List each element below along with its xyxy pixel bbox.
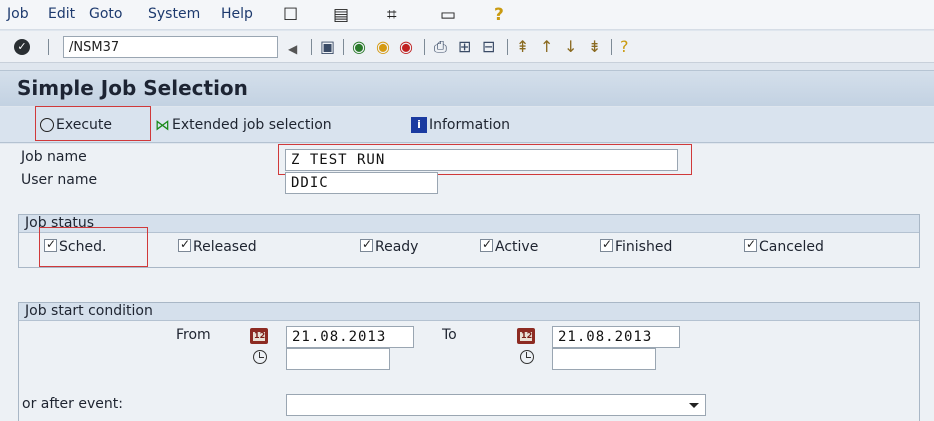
checkbox-released-box[interactable] (178, 237, 191, 252)
selection-screen: Job name User name Job status Sched. Rel… (0, 144, 934, 421)
checkbox-ready-label: Ready (375, 239, 419, 255)
checkbox-canceled-box[interactable] (744, 237, 757, 252)
menu-system[interactable]: System (148, 6, 200, 22)
calendar-icon[interactable] (250, 328, 268, 344)
extended-selection-icon: ⋈ (155, 116, 170, 134)
extended-selection-label: Extended job selection (172, 117, 332, 133)
toolbar-separator (48, 39, 49, 55)
help-question-icon[interactable]: ? (494, 5, 504, 25)
first-page-icon[interactable]: ⇞ (516, 38, 529, 56)
from-time-field[interactable] (286, 348, 390, 370)
page-title: Simple Job Selection (17, 76, 248, 100)
menu-help[interactable]: Help (221, 6, 253, 22)
event-dropdown[interactable] (286, 394, 706, 416)
information-button[interactable]: i Information (411, 113, 510, 137)
to-time-field[interactable] (552, 348, 656, 370)
screen-title-bar: Simple Job Selection (0, 70, 934, 106)
checkbox-finished-box[interactable] (600, 237, 613, 252)
clock-icon[interactable] (253, 350, 267, 364)
highlight-sched (39, 227, 148, 267)
find-icon[interactable]: ⊞ (458, 38, 471, 56)
shortcut-icon[interactable]: ⌗ (387, 5, 397, 25)
job-status-header: Job status (19, 215, 919, 233)
application-toolbar: Execute ⋈ Extended job selection i Informa… (0, 106, 934, 143)
to-date-field[interactable] (552, 326, 680, 348)
job-name-label: Job name (21, 149, 87, 165)
clock-icon[interactable] (520, 350, 534, 364)
information-icon: i (411, 117, 427, 133)
layout-menu-icon[interactable]: ▭ (440, 5, 456, 25)
menu-goto[interactable]: Goto (89, 6, 122, 22)
checkbox-canceled[interactable]: Canceled (744, 237, 824, 255)
system-toolbar: ✓ ◀ ▣ ◉ ◉ ◉ ⎙ ⊞ ⊟ ⇞ ↑ ↓ ⇟ ? (0, 31, 934, 63)
toolbar-separator (311, 39, 312, 55)
toolbar-separator (507, 39, 508, 55)
checkbox-active-label: Active (495, 239, 539, 255)
exit-icon[interactable]: ◉ (376, 38, 390, 56)
save-icon[interactable]: ▣ (320, 38, 335, 56)
command-history-icon[interactable]: ◀ (288, 40, 297, 58)
calendar-icon[interactable] (517, 328, 535, 344)
find-next-icon[interactable]: ⊟ (482, 38, 495, 56)
next-page-icon[interactable]: ↓ (564, 38, 577, 56)
checkbox-canceled-label: Canceled (759, 239, 824, 255)
toolbar-separator (424, 39, 425, 55)
checkbox-ready-box[interactable] (360, 237, 373, 252)
command-field[interactable] (63, 36, 278, 58)
clipboard-icon[interactable]: ▤ (333, 5, 349, 25)
checkbox-released[interactable]: Released (178, 237, 257, 255)
highlight-job-name (278, 144, 692, 175)
menu-edit[interactable]: Edit (48, 6, 75, 22)
menu-job[interactable]: Job (7, 6, 29, 22)
from-date-field[interactable] (286, 326, 414, 348)
checkbox-finished[interactable]: Finished (600, 237, 673, 255)
to-label: To (442, 327, 457, 343)
checkbox-ready[interactable]: Ready (360, 237, 419, 255)
user-name-label: User name (21, 172, 98, 188)
user-name-field[interactable] (285, 172, 438, 194)
checkbox-active[interactable]: Active (480, 237, 539, 255)
information-label: Information (429, 117, 511, 133)
last-page-icon[interactable]: ⇟ (588, 38, 601, 56)
checkbox-active-box[interactable] (480, 237, 493, 252)
toolbar-separator (343, 39, 344, 55)
previous-page-icon[interactable]: ↑ (540, 38, 553, 56)
job-start-condition-group: Job start condition From To or after eve… (18, 302, 920, 421)
print-icon[interactable]: ⎙ (434, 38, 447, 56)
enter-check-icon[interactable]: ✓ (14, 39, 30, 55)
after-event-label: or after event: (22, 396, 123, 412)
checkbox-released-label: Released (193, 239, 257, 255)
job-status-group: Job status Sched. Released Ready Active … (18, 214, 920, 268)
new-session-icon[interactable]: ☐ (283, 5, 298, 25)
extended-job-selection-button[interactable]: ⋈ Extended job selection (155, 113, 332, 137)
job-start-condition-header: Job start condition (19, 303, 919, 321)
checkbox-finished-label: Finished (615, 239, 673, 255)
job-start-condition-title: Job start condition (25, 303, 153, 319)
menu-bar: Job Edit Goto System Help ☐ ▤ ⌗ ▭ ? (0, 0, 934, 30)
cancel-icon[interactable]: ◉ (399, 38, 413, 56)
highlight-execute (35, 106, 151, 141)
help-icon[interactable]: ? (620, 38, 629, 56)
dropdown-arrow-icon[interactable] (689, 403, 699, 408)
back-icon[interactable]: ◉ (352, 38, 366, 56)
from-label: From (176, 327, 211, 343)
toolbar-separator (611, 39, 612, 55)
